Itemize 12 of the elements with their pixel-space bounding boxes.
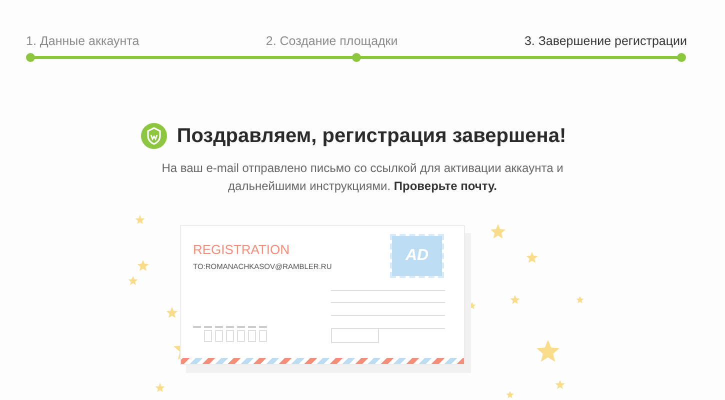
shield-check-icon <box>140 123 167 149</box>
step-label: 3. Завершение регистрации <box>524 34 687 48</box>
step-dot <box>677 53 686 62</box>
postage-stamp: AD <box>392 236 442 276</box>
envelope-heading: REGISTRATION <box>193 242 291 257</box>
step-dot <box>352 53 360 62</box>
step-label: 2. Создание площадки <box>266 34 398 48</box>
confirmation-message: На ваш e-mail отправлено письмо со ссылкой для активации аккаунта и дальнейшими инструкциями. Проверьте почту. <box>160 160 564 195</box>
step-label: 1. Данные аккаунта <box>26 34 140 48</box>
step-dot <box>26 53 35 62</box>
zip-code-boxes-icon <box>193 326 270 343</box>
page-title: Поздравляем, регистрация завершена! <box>176 124 566 148</box>
